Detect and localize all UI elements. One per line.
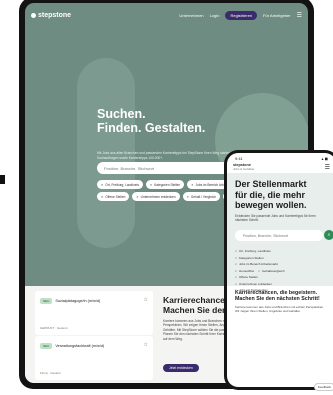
status-icons: ▴ ◼ xyxy=(321,156,328,161)
quick-link-label: Gehaltsvergleich xyxy=(262,268,285,273)
filter-chip[interactable]: ⌕ Unternehmen entdecken xyxy=(132,192,180,201)
quick-link[interactable]: ⌕ Jobs mit Karriereplan xyxy=(235,287,333,294)
brand-logo[interactable]: stepstone Jobs & Gehälter xyxy=(233,163,255,171)
nav-link-companies[interactable]: Unternehmen xyxy=(179,13,203,18)
filter-chip[interactable]: ⌕ Kategorien Stellen xyxy=(145,180,185,189)
phone-device: 9:41 ▴ ◼ stepstone Jobs & Gehälter ☰ Der… xyxy=(224,150,333,391)
karriere-heading-line: Machen Sie den nächsten Schritt! xyxy=(235,296,320,303)
search-icon: ⌕ xyxy=(258,268,261,273)
new-badge: NEU xyxy=(40,343,53,349)
tablet-navbar: stepstone Unternehmen Login Registrieren… xyxy=(25,3,308,27)
job-meta: GEPRÜFT · Gestern xyxy=(40,326,68,330)
quick-link-label: Homeoffice xyxy=(239,268,255,273)
phone-screen: 9:41 ▴ ◼ stepstone Jobs & Gehälter ☰ Der… xyxy=(227,153,333,387)
search-icon: ⌕ xyxy=(235,249,238,254)
filter-chip[interactable]: ⌕ Ort, Freiburg, Landkreis xyxy=(97,180,143,189)
quick-link-label: Unternehmen entdecken xyxy=(239,281,272,286)
new-badge: NEU xyxy=(40,298,53,304)
search-icon: ⌕ xyxy=(235,275,238,280)
quick-link-label: Offene Stellen xyxy=(239,275,258,280)
filter-chip[interactable]: ⌕ Gehalt / Vergleich xyxy=(182,192,220,201)
quick-link-label: Ort, Freiburg, Landkreis xyxy=(239,249,271,254)
logo-dot-icon xyxy=(31,12,36,18)
job-title[interactable]: Verwaltungsfachkraft (m/w/d) xyxy=(55,344,104,348)
quick-link-label: Jobs im Bereich Arbeitsmarkt xyxy=(239,262,278,267)
job-header: NEU Verwaltungsfachkraft (m/w/d) xyxy=(40,343,104,349)
menu-icon[interactable]: ☰ xyxy=(297,12,302,19)
search-icon: ⌕ xyxy=(235,268,238,273)
job-header: NEU Sozialpädagoge/in (m/w/d) xyxy=(40,298,100,304)
register-button[interactable]: Registrieren xyxy=(225,10,258,20)
search-icon: ⌕ xyxy=(136,194,139,199)
job-card[interactable]: NEU Sozialpädagoge/in (m/w/d) ☆ GEPRÜFT … xyxy=(35,291,153,335)
menu-icon[interactable]: ☰ xyxy=(325,164,330,171)
quick-link[interactable]: ⌕ Gehaltsvergleich xyxy=(258,268,284,275)
quick-link-label: Kategorien Stellen xyxy=(239,255,264,260)
star-icon[interactable]: ☆ xyxy=(144,342,148,348)
phone-hero-title: Der Stellenmarkt für die, die mehr beweg… xyxy=(235,179,307,211)
product-mockup: stepstone Unternehmen Login Registrieren… xyxy=(0,0,333,395)
search-input[interactable]: Position, Branche, Stichwort xyxy=(235,230,323,241)
karriere-text: Karriere kommen aus Jobs und Branchen mi… xyxy=(235,304,325,313)
chip-label: Gehalt / Vergleich xyxy=(190,194,216,199)
feedback-button[interactable]: Feedback xyxy=(313,383,333,391)
quick-link-label: Jobs mit Karriereplan xyxy=(239,288,268,293)
star-icon[interactable]: ☆ xyxy=(144,297,148,303)
brand-logo[interactable]: stepstone xyxy=(31,12,71,19)
discover-button[interactable]: Jetzt entdecken xyxy=(163,364,199,372)
filter-chip[interactable]: ⌕ Offene Stellen xyxy=(97,192,130,201)
hero-title-line: Finden. Gestalten. xyxy=(97,121,206,135)
phone-hero: Der Stellenmarkt für die, die mehr beweg… xyxy=(227,173,333,292)
chip-label: Kategorien Stellen xyxy=(154,182,181,187)
search-icon: ⌕ xyxy=(191,182,194,187)
search-placeholder: Position, Branche, Stichwort xyxy=(243,233,288,238)
status-bar: 9:41 ▴ ◼ xyxy=(227,153,333,161)
chip-label: Offene Stellen xyxy=(105,194,126,199)
search-icon: ⌕ xyxy=(186,194,189,199)
phone-hero-subtitle: Entdecken Sie passende Jobs und Karriere… xyxy=(235,214,316,223)
hero-title-line: bewegen wollen. xyxy=(235,200,307,210)
search-icon: ⌕ xyxy=(235,262,238,267)
status-time: 9:41 xyxy=(235,156,243,161)
chip-label: Ort, Freiburg, Landkreis xyxy=(105,182,139,187)
hero-title-line: für die, die mehr xyxy=(235,189,306,200)
quick-link[interactable]: ⌕ Homeoffice xyxy=(235,268,254,275)
quick-links: ⌕ Ort, Freiburg, Landkreis ⌕ Kategorien St… xyxy=(235,248,333,294)
search-icon: ⌕ xyxy=(235,288,238,293)
job-card[interactable]: NEU Verwaltungsfachkraft (m/w/d) ☆ Firma… xyxy=(35,336,153,380)
phone-topbar: stepstone Jobs & Gehälter ☰ xyxy=(227,161,333,173)
hero-title-line: Suchen. xyxy=(97,107,146,121)
pin-icon: ⌕ xyxy=(101,182,104,187)
hero-title-line: Der Stellenmarkt xyxy=(235,179,307,189)
search-icon: ⌕ xyxy=(149,182,153,187)
logo-subtext: Jobs & Gehälter xyxy=(233,167,255,171)
search-icon: ⌕ xyxy=(235,255,238,260)
job-meta: Firma · Gestern xyxy=(40,371,62,375)
job-title[interactable]: Sozialpädagoge/in (m/w/d) xyxy=(55,299,100,303)
nav-links: Unternehmen Login Registrieren Für Arbei… xyxy=(179,10,302,20)
nav-link-login[interactable]: Login xyxy=(210,13,220,18)
hero-title: Suchen. Finden. Gestalten. xyxy=(97,107,205,135)
nav-link-employers[interactable]: Für Arbeitgeber xyxy=(263,13,291,18)
search-placeholder: Position, Branche, Stichwort xyxy=(104,165,155,171)
search-icon: ⌕ xyxy=(101,194,104,199)
search-icon[interactable]: ⌕ xyxy=(324,230,333,240)
chip-label: Unternehmen entdecken xyxy=(140,194,176,199)
logo-text: stepstone xyxy=(38,11,72,19)
search-icon: ⌕ xyxy=(235,281,238,286)
corner-mark xyxy=(0,175,5,184)
